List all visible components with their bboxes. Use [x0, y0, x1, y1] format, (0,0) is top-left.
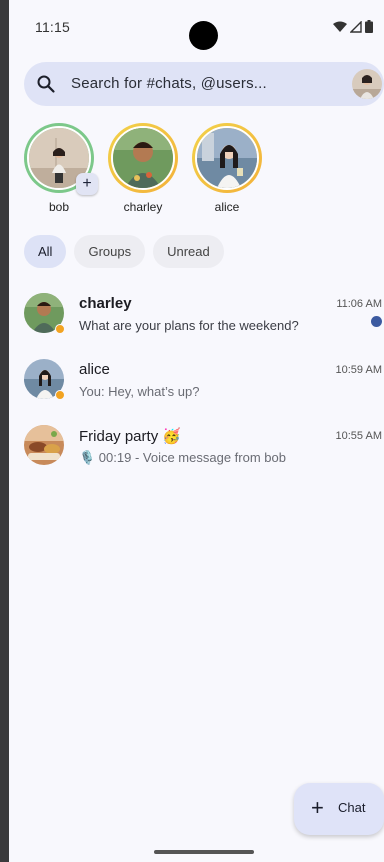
avatar: [24, 425, 64, 465]
plus-icon: +: [311, 795, 324, 820]
presence-indicator: [55, 390, 65, 400]
chat-preview: 🎙️ 00:19 - Voice message from bob: [79, 450, 286, 465]
filter-all[interactable]: All: [24, 235, 67, 268]
search-placeholder: Search for #chats, @users...: [71, 75, 267, 92]
status-icons: [333, 20, 373, 33]
story-ring: +: [24, 123, 98, 195]
chat-preview: What are your plans for the weekend?: [79, 318, 299, 333]
status-time: 11:15: [35, 19, 70, 35]
presence-indicator: [55, 324, 65, 334]
wifi-icon: [333, 21, 347, 32]
chat-item-charley[interactable]: charley What are your plans for the week…: [9, 293, 384, 353]
new-chat-button[interactable]: + Chat: [294, 783, 384, 835]
new-chat-label: Chat: [338, 800, 366, 815]
stories-row: + bob charley alice: [9, 123, 384, 218]
chat-time: 10:59 AM: [335, 364, 382, 376]
story-charley[interactable]: charley: [108, 123, 178, 214]
story-bob[interactable]: + bob: [24, 123, 98, 214]
battery-icon: [365, 20, 373, 33]
status-bar: 11:15: [9, 0, 384, 52]
chat-title: alice: [79, 361, 110, 378]
chat-item-friday-party[interactable]: Friday party 🥳 🎙️ 00:19 - Voice message …: [9, 425, 384, 485]
story-name: bob: [48, 200, 70, 214]
search-bar[interactable]: Search for #chats, @users...: [24, 62, 384, 106]
chat-title: Friday party 🥳: [79, 428, 182, 445]
signal-icon: [350, 20, 362, 33]
profile-avatar[interactable]: [352, 69, 382, 99]
filter-chips: All Groups Unread: [24, 235, 224, 268]
story-name: charley: [123, 200, 163, 214]
story-alice[interactable]: alice: [192, 123, 262, 214]
chat-item-alice[interactable]: alice You: Hey, what’s up? 10:59 AM: [9, 359, 384, 419]
camera-cutout: [189, 21, 218, 50]
chat-preview: You: Hey, what’s up?: [79, 384, 200, 399]
story-name: alice: [214, 200, 240, 214]
filter-unread[interactable]: Unread: [153, 235, 224, 268]
filter-groups[interactable]: Groups: [74, 235, 146, 268]
story-ring: [108, 123, 178, 193]
avatar: [195, 126, 259, 190]
chat-time: 11:06 AM: [336, 298, 382, 310]
unread-indicator: [371, 316, 382, 327]
search-icon: [37, 75, 55, 93]
avatar: [111, 126, 175, 190]
story-ring: [192, 123, 262, 193]
add-story-button[interactable]: +: [76, 173, 98, 195]
chat-time: 10:55 AM: [335, 430, 382, 442]
chat-title: charley: [79, 295, 132, 312]
chat-app-screen: 11:15 Search for #chats, @users... + bob…: [9, 0, 384, 862]
gesture-home-bar[interactable]: [154, 850, 254, 854]
